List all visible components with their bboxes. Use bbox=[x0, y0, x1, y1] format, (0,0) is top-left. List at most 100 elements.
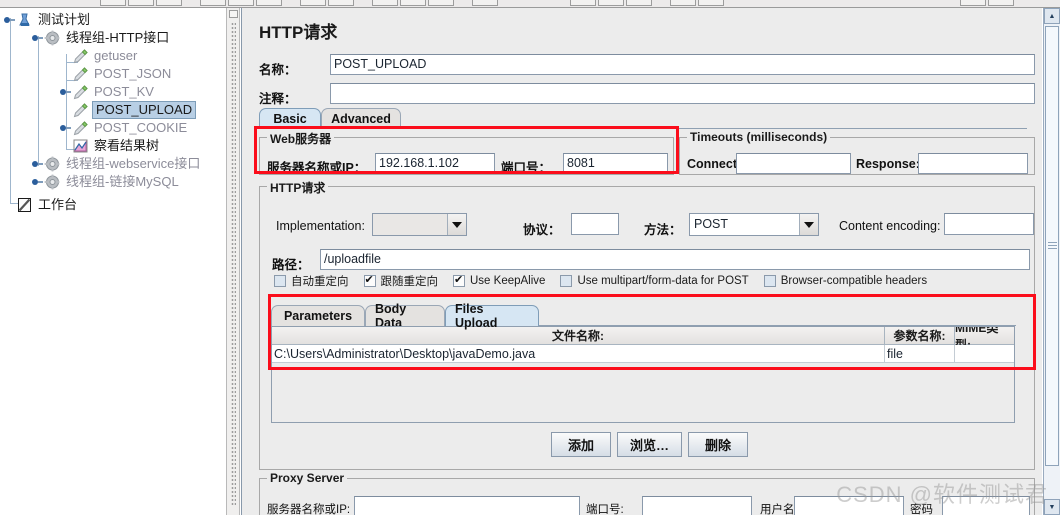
toolbar-button[interactable] bbox=[570, 0, 596, 6]
web-server-host-label: 服务器名称或IP： bbox=[267, 161, 367, 175]
tree-item-8[interactable]: 线程组-webservice接口 bbox=[32, 154, 202, 173]
cell-mime[interactable] bbox=[955, 345, 1014, 363]
toolbar-button[interactable] bbox=[670, 0, 696, 6]
checkbox-item-1[interactable]: 跟随重定向 bbox=[363, 273, 438, 289]
comment-input[interactable] bbox=[330, 83, 1035, 104]
toolbar-button[interactable] bbox=[428, 0, 454, 6]
scrollbar-thumb[interactable] bbox=[1045, 26, 1059, 466]
toolbar-button[interactable] bbox=[960, 0, 986, 6]
checkbox-item-2[interactable]: Use KeepAlive bbox=[453, 273, 545, 287]
checkbox-item-0[interactable]: 自动重定向 bbox=[274, 273, 349, 289]
protocol-label: 协议： bbox=[523, 223, 561, 237]
chevron-down-icon[interactable] bbox=[799, 214, 818, 235]
tree-expand-handle-icon[interactable] bbox=[32, 32, 43, 43]
tree-item-label: 线程组-webservice接口 bbox=[66, 155, 201, 171]
web-server-host-input[interactable]: 192.168.1.102 bbox=[375, 153, 495, 174]
checkbox-unchecked-icon[interactable] bbox=[560, 275, 573, 287]
name-input[interactable]: POST_UPLOAD bbox=[330, 54, 1035, 75]
tree-item-4[interactable]: POST_KV bbox=[60, 82, 156, 101]
proxy-port-input[interactable] bbox=[642, 496, 752, 515]
tab-advanced-label: Advanced bbox=[331, 112, 391, 126]
tab-parameters[interactable]: Parameters bbox=[271, 305, 365, 326]
tree-item-label: POST_KV bbox=[94, 83, 154, 99]
timeouts-connect-input[interactable] bbox=[736, 153, 851, 174]
tree-collapse-handle-icon[interactable] bbox=[60, 122, 71, 133]
add-button[interactable]: 添加 bbox=[551, 432, 611, 457]
tab-advanced[interactable]: Advanced bbox=[321, 108, 401, 129]
checkbox-unchecked-icon[interactable] bbox=[763, 275, 776, 287]
tree-item-10[interactable]: 工作台 bbox=[4, 195, 79, 214]
tree-collapse-handle-icon[interactable] bbox=[32, 176, 43, 187]
toolbar-button[interactable] bbox=[328, 0, 354, 6]
tree-item-label: POST_UPLOAD bbox=[92, 100, 197, 119]
checkbox-checked-icon[interactable] bbox=[363, 273, 376, 287]
panel-splitter[interactable] bbox=[226, 8, 240, 515]
toolbar-button[interactable] bbox=[300, 0, 326, 6]
toolbar-button[interactable] bbox=[200, 0, 226, 6]
toolbar-button[interactable] bbox=[698, 0, 724, 6]
table-empty-area[interactable] bbox=[272, 363, 1014, 422]
tree-collapse-handle-icon[interactable] bbox=[32, 158, 43, 169]
toolbar-strip bbox=[0, 0, 1060, 8]
cell-filename[interactable]: C:\Users\Administrator\Desktop\javaDemo.… bbox=[272, 345, 885, 363]
table-header-mime[interactable]: MIME类型: bbox=[955, 327, 1014, 352]
tab-basic[interactable]: Basic bbox=[259, 108, 321, 129]
timeouts-response-label: Response: bbox=[856, 157, 920, 171]
checkbox-unchecked-icon[interactable] bbox=[274, 275, 286, 287]
tree-item-3[interactable]: POST_JSON bbox=[60, 64, 173, 83]
toolbar-button[interactable] bbox=[372, 0, 398, 6]
cell-param[interactable]: file bbox=[885, 345, 955, 363]
proxy-host-input[interactable] bbox=[354, 496, 580, 515]
tree-item-5[interactable]: POST_UPLOAD bbox=[60, 100, 197, 119]
tree-item-9[interactable]: 线程组-链接MySQL bbox=[32, 172, 181, 191]
toolbar-button[interactable] bbox=[100, 0, 126, 6]
timeouts-response-input[interactable] bbox=[918, 153, 1028, 174]
delete-button-label: 删除 bbox=[704, 438, 731, 453]
tree-leaf-spacer bbox=[4, 199, 15, 210]
test-plan-tree[interactable]: 测试计划 线程组-HTTP接口 getuser POST_JSON POST_KV POS… bbox=[0, 8, 226, 515]
files-upload-table[interactable]: 文件名称: 参数名称: MIME类型: C:\Users\Administrat… bbox=[271, 326, 1015, 423]
checkbox-item-3[interactable]: Use multipart/form-data for POST bbox=[560, 275, 749, 287]
tree-item-6[interactable]: POST_COOKIE bbox=[60, 118, 189, 137]
toolbar-button[interactable] bbox=[626, 0, 652, 6]
tab-body-data[interactable]: Body Data bbox=[365, 302, 445, 330]
table-header-param[interactable]: 参数名称: bbox=[885, 327, 955, 345]
tree-item-2[interactable]: getuser bbox=[60, 46, 139, 65]
scrollbar-thumb-ridges bbox=[1048, 242, 1057, 250]
method-combobox[interactable]: POST bbox=[689, 213, 819, 236]
checkbox-checked-icon[interactable] bbox=[453, 273, 465, 287]
toolbar-button[interactable] bbox=[988, 0, 1014, 6]
toolbar-button[interactable] bbox=[256, 0, 282, 6]
splitter-collapse-button[interactable] bbox=[229, 10, 238, 18]
browse-button[interactable]: 浏览… bbox=[617, 432, 682, 457]
protocol-input[interactable] bbox=[571, 213, 619, 235]
tab-files-upload[interactable]: Files Upload bbox=[445, 302, 539, 330]
chevron-down-icon[interactable] bbox=[447, 214, 466, 235]
path-input[interactable]: /uploadfile bbox=[320, 249, 1030, 270]
toolbar-button[interactable] bbox=[472, 0, 498, 6]
tree-item-label: 工作台 bbox=[38, 196, 78, 212]
watermark: CSDN @软件测试君 bbox=[836, 482, 1048, 507]
browse-button-label: 浏览… bbox=[629, 438, 669, 453]
delete-button[interactable]: 删除 bbox=[688, 432, 748, 457]
tree-item-7[interactable]: 察看结果树 bbox=[60, 136, 161, 155]
checkbox-item-4[interactable]: Browser-compatible headers bbox=[763, 275, 927, 287]
tree-item-0[interactable]: 测试计划 bbox=[4, 10, 92, 29]
web-server-port-input[interactable]: 8081 bbox=[563, 153, 668, 174]
toolbar-button[interactable] bbox=[228, 0, 254, 6]
table-row[interactable]: C:\Users\Administrator\Desktop\javaDemo.… bbox=[272, 345, 1014, 363]
toolbar-button[interactable] bbox=[598, 0, 624, 6]
tree-collapse-handle-icon[interactable] bbox=[60, 86, 71, 97]
toolbar-button[interactable] bbox=[400, 0, 426, 6]
implementation-combobox[interactable] bbox=[372, 213, 467, 236]
content-encoding-input[interactable] bbox=[944, 213, 1034, 235]
scroll-up-arrow-icon[interactable]: ▲ bbox=[1044, 8, 1060, 24]
table-header-filename[interactable]: 文件名称: bbox=[272, 327, 885, 345]
toolbar-button[interactable] bbox=[156, 0, 182, 6]
tree-item-1[interactable]: 线程组-HTTP接口 bbox=[32, 28, 171, 47]
tree-expand-handle-icon[interactable] bbox=[4, 14, 15, 25]
sampler-icon bbox=[72, 84, 89, 100]
toolbar-button[interactable] bbox=[128, 0, 154, 6]
thread-group-icon bbox=[44, 30, 61, 46]
main-vertical-scrollbar[interactable]: ▲ ▼ bbox=[1043, 8, 1060, 515]
